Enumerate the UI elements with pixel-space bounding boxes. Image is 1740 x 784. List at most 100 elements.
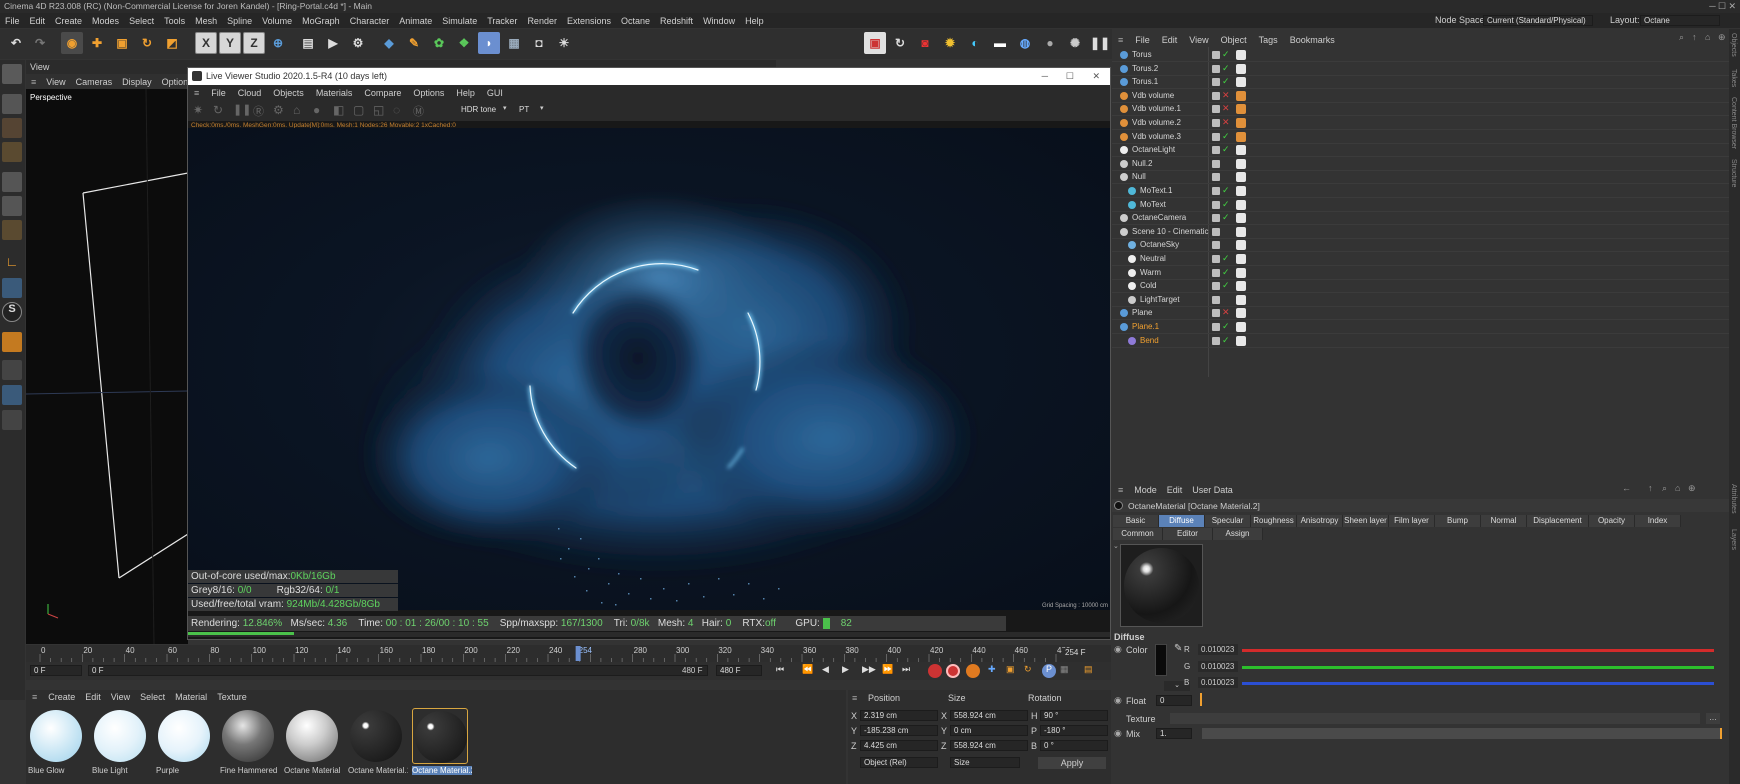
apply-button[interactable]: Apply [1038,757,1106,769]
object-row[interactable]: Torus.1 ✓ [1112,76,1732,90]
mix-radio-icon[interactable]: ◉ [1114,728,1122,739]
obj-menu-file[interactable]: File [1129,35,1156,45]
material-tag-icon[interactable] [1236,240,1246,251]
lv-clay-icon[interactable]: ◧ [333,103,344,117]
attr-hamburger-icon[interactable]: ≡ [1112,485,1129,495]
attr-tab[interactable]: Basic [1113,515,1159,527]
object-row[interactable]: MoText ✓ [1112,199,1732,212]
attr-tab[interactable]: Bump [1435,515,1481,527]
object-name[interactable]: MoText [1140,199,1166,211]
material-tag-icon[interactable] [1236,322,1246,332]
visibility-toggle[interactable] [1212,119,1220,127]
deformer-icon[interactable]: ◗ [478,32,500,54]
lv-send-scene-icon[interactable]: ✷ [193,103,203,117]
octane-live-viewer-icon[interactable]: ▣ [864,32,886,54]
attr-tab[interactable]: Sheen layer [1343,515,1389,527]
redo-icon[interactable]: ↷ [29,32,51,54]
close-icon[interactable]: ✕ [1728,1,1736,11]
visibility-toggle[interactable] [1212,51,1220,59]
object-row[interactable]: Torus ✓ [1112,49,1732,62]
lv-menu-file[interactable]: File [205,88,232,98]
enabled-check-icon[interactable]: ✓ [1222,253,1230,264]
attr-tab[interactable]: Film layer [1389,515,1435,527]
rot-p-field[interactable]: -180 ° [1040,725,1108,736]
object-row[interactable]: Warm ✓ [1112,267,1732,280]
tweak-icon[interactable] [2,278,22,298]
object-row[interactable]: Vdb volume ✕ [1112,90,1732,103]
material-swatch[interactable] [92,708,148,764]
visibility-toggle[interactable] [1212,200,1220,209]
lv-material-icon[interactable]: ● [313,103,320,117]
rotate-icon[interactable]: ↻ [136,32,158,54]
r-slider[interactable]: R 0.010023 [1184,644,1740,656]
object-name[interactable]: Neutral [1140,253,1166,265]
render-view[interactable]: Grid Spacing : 10000 cm [188,128,1110,610]
pos-z-field[interactable]: 4.425 cm [860,740,938,751]
goto-start-icon[interactable]: ⏮ [776,664,784,675]
material-tag-icon[interactable] [1236,172,1246,183]
obj-menu-edit[interactable]: Edit [1156,35,1184,45]
object-name[interactable]: LightTarget [1140,294,1180,306]
object-row[interactable]: Bend ✓ [1112,335,1732,348]
goto-prev-key-icon[interactable]: ⏪ [802,664,813,675]
menu-animate[interactable]: Animate [394,16,437,26]
float-radio-icon[interactable]: ◉ [1114,695,1122,706]
visibility-toggle[interactable] [1212,227,1220,236]
visibility-toggle[interactable] [1212,91,1220,100]
material-swatch[interactable] [28,708,84,764]
polygons-mode-icon[interactable] [2,220,22,240]
attr-new-panel-icon[interactable]: ⊕ [1688,483,1696,494]
next-frame-icon[interactable]: ▶▶ [862,664,876,675]
visibility-toggle[interactable] [1212,214,1220,223]
cube-icon[interactable]: ◆ [378,32,400,54]
size-mode-select[interactable]: Size [950,757,1020,768]
octane-daylight-icon[interactable]: ◐ [964,32,986,54]
enabled-check-icon[interactable]: ✓ [1222,144,1230,155]
float-field[interactable]: 0 [1156,695,1192,706]
solo-icon[interactable] [2,360,22,380]
menu-octane[interactable]: Octane [616,16,655,26]
viewport-tab[interactable]: View [30,62,49,72]
mat-menu-view[interactable]: View [106,692,135,702]
lv-close-icon[interactable]: ✕ [1092,68,1100,85]
visibility-toggle[interactable] [1212,323,1220,331]
object-row[interactable]: Vdb volume.3 ✓ [1112,131,1732,144]
lv-minimize-icon[interactable]: ─ [1042,68,1048,85]
material-tag-icon[interactable] [1236,90,1246,101]
eyedropper-icon[interactable]: ✎ [1174,643,1182,654]
obj-menu-tags[interactable]: Tags [1253,35,1284,45]
material-tag-icon[interactable] [1236,226,1246,237]
material-tag-icon[interactable] [1236,77,1246,88]
obj-menu-bookmarks[interactable]: Bookmarks [1284,35,1341,45]
key-parameter-icon[interactable]: P [1042,664,1056,678]
material-swatch[interactable] [284,708,340,764]
object-row[interactable]: LightTarget [1112,294,1732,307]
editor-viewport[interactable]: Perspective [26,89,188,644]
viewport-menu-cameras[interactable]: Cameras [71,77,118,87]
visibility-toggle[interactable] [1212,336,1220,345]
enabled-check-icon[interactable]: ✓ [1222,63,1230,74]
menu-character[interactable]: Character [345,16,395,26]
material-tag-icon[interactable] [1236,158,1246,169]
attr-search-icon[interactable]: ⌕ [1662,483,1667,494]
lv-maximize-icon[interactable]: ☐ [1066,68,1074,85]
enabled-check-icon[interactable]: ✓ [1222,131,1230,142]
camera-icon[interactable]: ◘ [528,32,550,54]
object-row[interactable]: Vdb volume.1 ✕ [1112,103,1732,117]
menu-redshift[interactable]: Redshift [655,16,698,26]
object-row[interactable]: Vdb volume.2 ✕ [1112,117,1732,130]
render-region-icon[interactable]: ▤ [297,32,319,54]
lv-menu-objects[interactable]: Objects [267,88,310,98]
disabled-cross-icon[interactable]: ✕ [1222,90,1230,101]
keyframe-selection-icon[interactable] [966,664,980,678]
pen-icon[interactable]: ✎ [403,32,425,54]
material-tag-icon[interactable] [1236,281,1246,292]
disabled-cross-icon[interactable]: ✕ [1222,117,1230,128]
lv-settings-icon[interactable]: ⚙ [273,103,284,117]
disabled-cross-icon[interactable]: ✕ [1222,307,1230,318]
side-tab-content-browser[interactable]: Content Browser [1730,97,1737,149]
menu-extensions[interactable]: Extensions [562,16,616,26]
object-row[interactable]: Cold ✓ [1112,280,1732,294]
attr-back-icon[interactable]: ← [1622,483,1631,493]
visibility-toggle[interactable] [1212,282,1220,291]
